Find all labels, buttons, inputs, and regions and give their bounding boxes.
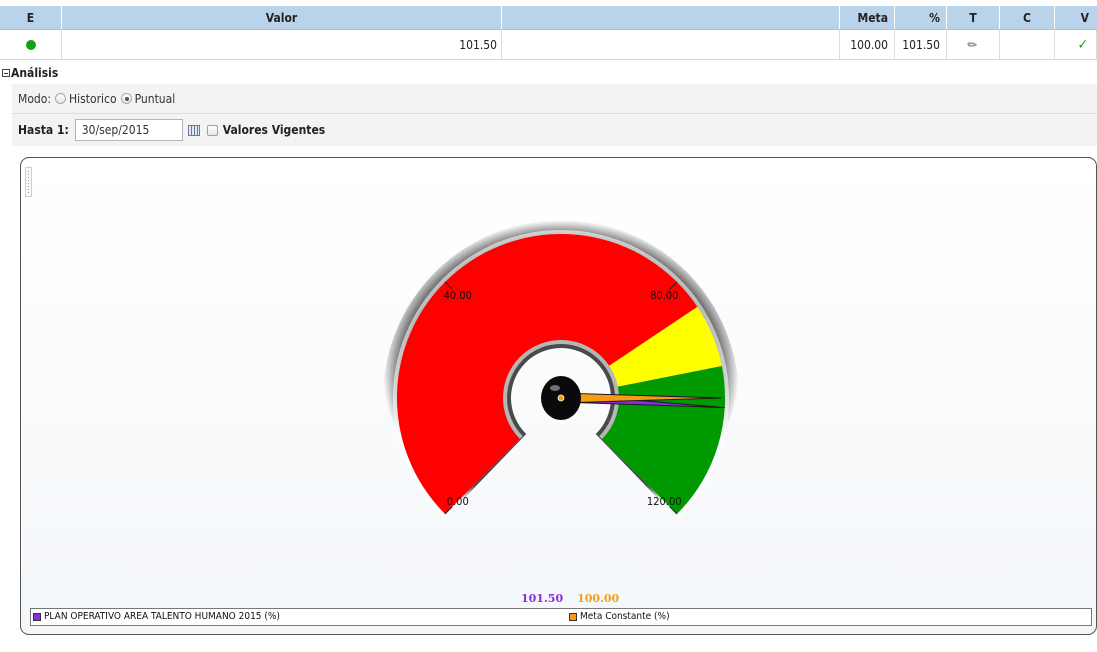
- c-cell: [1000, 30, 1055, 59]
- hasta-label: Hasta 1:: [18, 123, 69, 137]
- valor-cell: 101.50: [62, 30, 502, 59]
- radio-puntual[interactable]: [120, 93, 132, 104]
- gauge-hub-pin: [557, 394, 565, 402]
- col-header-t[interactable]: T: [947, 6, 1000, 29]
- gauge-tick-label-3: 120.00: [647, 495, 682, 508]
- indicator-grid: E Valor Meta % T C V 101.50 100.00 101.5…: [0, 6, 1097, 60]
- readout-actual: 101.50: [521, 592, 564, 605]
- col-header-c[interactable]: C: [1000, 6, 1055, 29]
- valores-vigentes-label[interactable]: Valores Vigentes: [223, 123, 325, 137]
- grid-header-row: E Valor Meta % T C V: [0, 6, 1097, 30]
- calendar-icon[interactable]: [187, 124, 200, 136]
- status-dot-icon: [25, 39, 36, 50]
- collapse-icon[interactable]: [2, 69, 10, 77]
- date-toolbar: Hasta 1: Valores Vigentes: [12, 114, 1097, 146]
- pin-icon[interactable]: ✎: [965, 36, 981, 52]
- gauge-tick-label-1: 40.00: [444, 289, 472, 302]
- col-header-percent[interactable]: %: [895, 6, 947, 29]
- analysis-header[interactable]: Análisis: [2, 66, 58, 80]
- trend-cell: ✎: [947, 30, 1000, 59]
- mode-label: Modo:: [18, 91, 52, 106]
- status-cell: [0, 30, 62, 59]
- legend-label-plan: PLAN OPERATIVO AREA TALENTO HUMANO 2015 …: [44, 611, 280, 622]
- legend-label-meta: Meta Constante (%): [580, 611, 670, 622]
- col-header-v[interactable]: V: [1055, 6, 1097, 29]
- legend-item-meta[interactable]: Meta Constante (%): [569, 611, 670, 622]
- percent-cell: 101.50: [895, 30, 947, 59]
- chart-legend: PLAN OPERATIVO AREA TALENTO HUMANO 2015 …: [30, 608, 1092, 626]
- check-icon: ✓: [1077, 36, 1088, 53]
- gauge-chart-panel: 0.00 40.00 80.00 120.00 101.50 100.00 PLAN …: [20, 157, 1097, 635]
- hasta-date-input[interactable]: [74, 119, 183, 141]
- valores-vigentes-checkbox[interactable]: [206, 124, 218, 136]
- gauge-hub-highlight: [550, 385, 560, 391]
- radio-historico-label[interactable]: Historico: [69, 92, 117, 106]
- table-row[interactable]: 101.50 100.00 101.50 ✎ ✓: [0, 30, 1097, 60]
- col-header-e[interactable]: E: [0, 6, 62, 29]
- col-header-valor[interactable]: Valor: [62, 6, 502, 29]
- gauge-tick-label-0: 0.00: [447, 495, 469, 508]
- legend-swatch-plan: [33, 612, 41, 621]
- col-header-meta[interactable]: Meta: [840, 6, 895, 29]
- meta-cell: 100.00: [840, 30, 895, 59]
- spacer-cell: [502, 30, 840, 59]
- radio-puntual-label[interactable]: Puntual: [135, 92, 176, 106]
- gauge-readouts: 101.50 100.00: [521, 592, 619, 605]
- readout-meta: 100.00: [577, 592, 620, 605]
- legend-swatch-meta: [569, 612, 577, 621]
- valid-cell: ✓: [1055, 30, 1097, 59]
- radio-historico[interactable]: [55, 93, 67, 104]
- gauge-chart: 0.00 40.00 80.00 120.00: [383, 219, 740, 527]
- legend-item-plan[interactable]: PLAN OPERATIVO AREA TALENTO HUMANO 2015 …: [33, 611, 280, 622]
- mode-toolbar: Modo: Historico Puntual: [12, 84, 1097, 114]
- analysis-title: Análisis: [11, 66, 59, 80]
- gauge-tick-label-2: 80.00: [650, 289, 678, 302]
- col-header-spacer: [502, 6, 840, 29]
